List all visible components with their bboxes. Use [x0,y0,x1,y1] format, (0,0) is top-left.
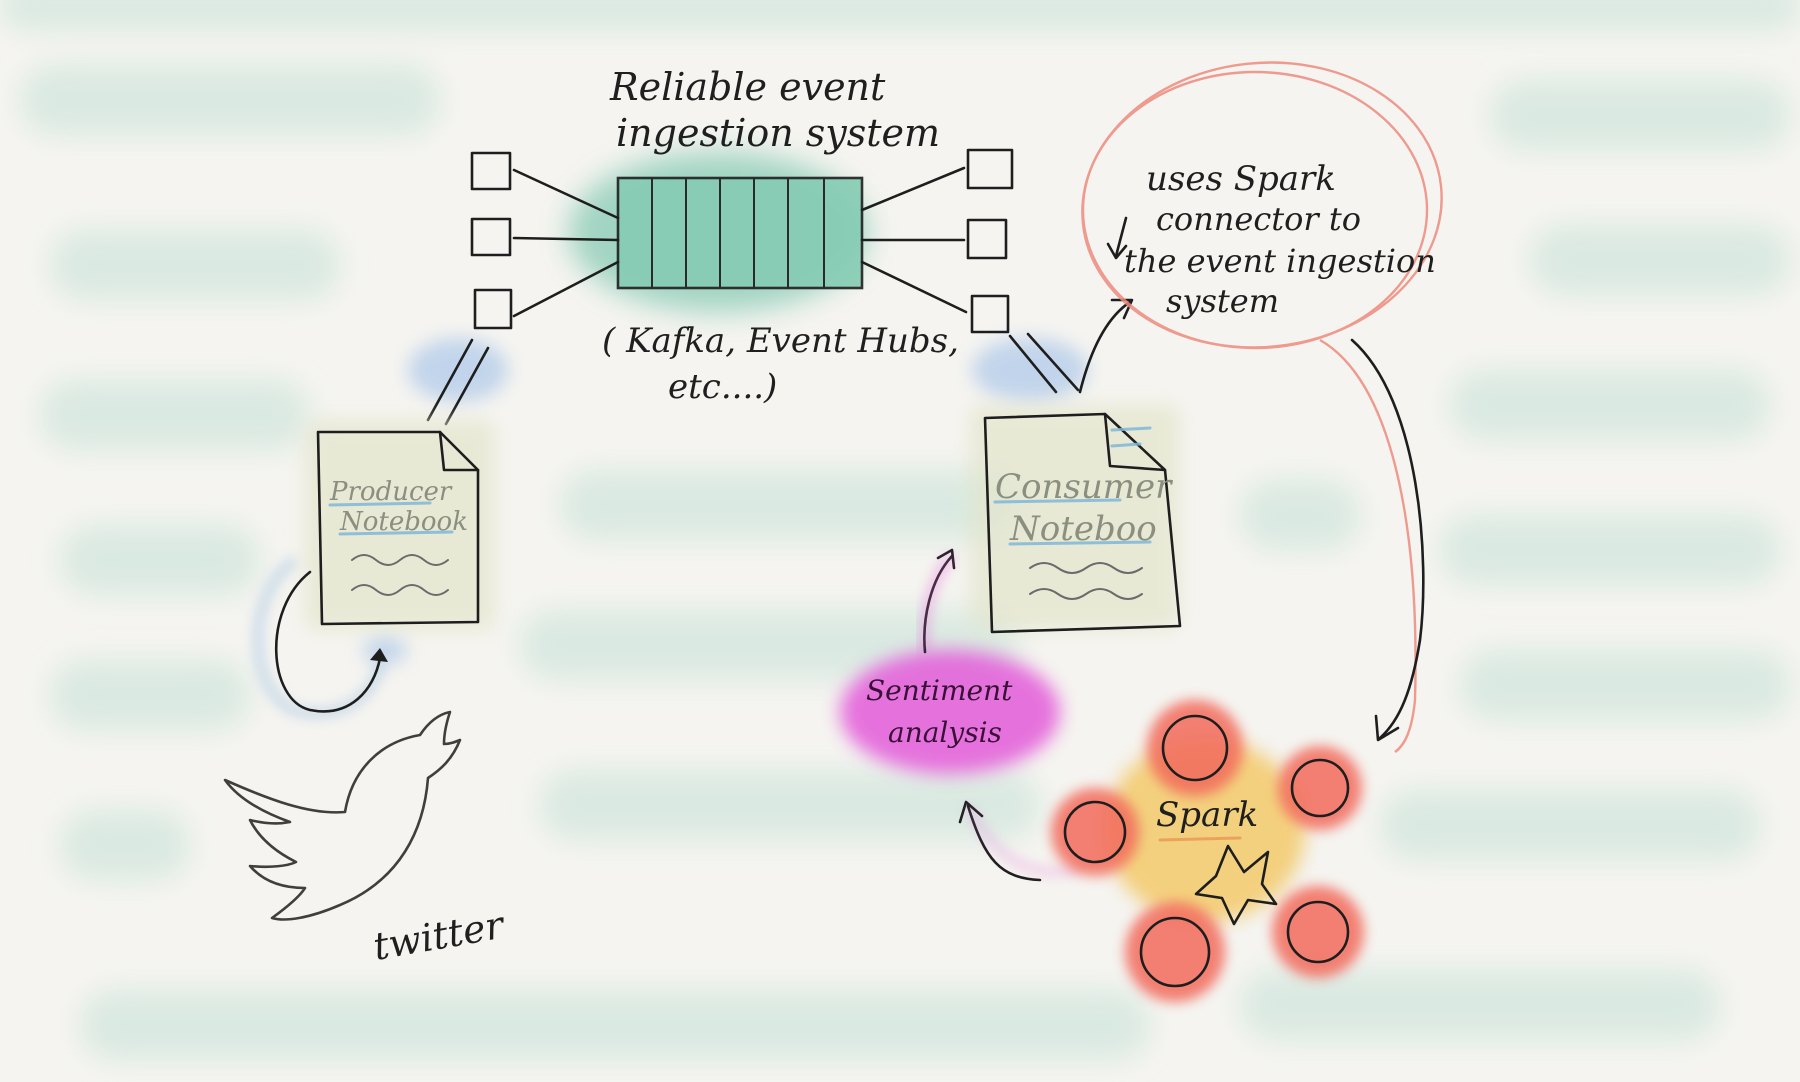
connector-note-line1: uses Spark [1146,159,1336,199]
ingestion-examples-line1: ( Kafka, Event Hubs, [602,321,959,361]
connector-note-line3: the event ingestion [1124,242,1436,280]
producer-partitions [470,151,620,330]
architecture-diagram: Reliable event ingestion system ( Kafka,… [0,0,1800,1060]
ingestion-title-line2: ingestion system [616,111,940,155]
consumer-to-callout-arrow [1078,298,1134,394]
spark-cluster [1051,700,1364,1002]
twitter-label: twitter [370,902,510,969]
producer-label-line2: Notebook [339,507,468,537]
spark-label: Spark [1156,795,1258,835]
twitter-bird-icon [223,710,462,921]
sentiment-label-line1: Sentiment [866,674,1013,707]
connector-note-line2: connector to [1156,200,1361,238]
callout-to-spark-arrow [1350,338,1425,742]
ingestion-examples-line2: etc....) [668,367,777,407]
producer-label-line1: Producer [329,477,453,507]
sentiment-label-line2: analysis [888,716,1002,749]
connector-note-line4: system [1166,282,1279,320]
background-text-bands [0,0,1800,1060]
consumer-partitions [860,148,1014,334]
ingestion-title-line1: Reliable event [609,65,886,109]
consumer-label-line2: Noteboo [1009,509,1157,549]
sentiment-analysis-blob [840,650,1060,774]
callout-circle [1081,61,1443,753]
consumer-label-line1: Consumer [995,467,1173,507]
event-queue [568,152,868,312]
diagram-canvas: Reliable event ingestion system ( Kafka,… [0,0,1800,1082]
